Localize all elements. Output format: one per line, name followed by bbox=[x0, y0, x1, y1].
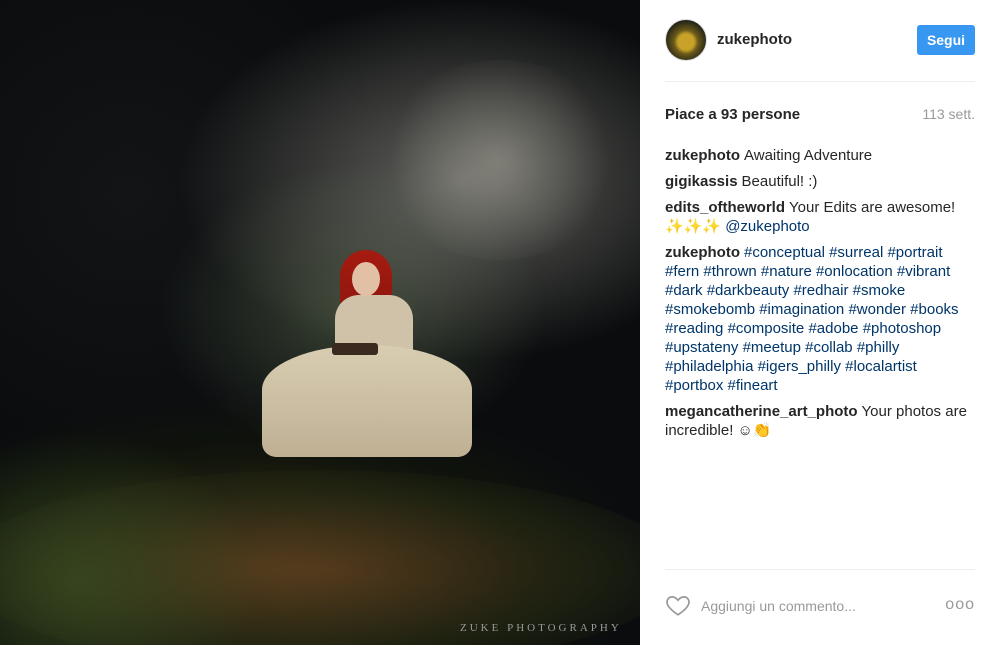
comment-username[interactable]: zukephoto bbox=[665, 147, 740, 164]
comment-input[interactable] bbox=[701, 594, 931, 618]
likes-count[interactable]: Piace a 93 persone bbox=[665, 106, 800, 123]
hashtag-link[interactable]: #philadelphia bbox=[665, 358, 753, 375]
hashtag-link[interactable]: #portrait bbox=[887, 244, 942, 261]
photo-figure-dress bbox=[262, 345, 472, 457]
hashtag-link[interactable]: #composite bbox=[728, 320, 805, 337]
comment-item: gigikassis Beautiful! :) bbox=[665, 172, 975, 191]
comment-username[interactable]: megancatherine_art_photo bbox=[665, 403, 858, 420]
hashtag-link[interactable]: #philly bbox=[857, 339, 900, 356]
hashtag-link[interactable]: #adobe bbox=[808, 320, 858, 337]
photo-figure-face bbox=[352, 262, 380, 296]
hashtag-link[interactable]: #fineart bbox=[728, 377, 778, 394]
hashtag-link[interactable]: #upstateny bbox=[665, 339, 738, 356]
post-side-panel: zukephoto Segui Piace a 93 persone 113 s… bbox=[640, 0, 1000, 645]
hashtag-link[interactable]: #imagination bbox=[759, 301, 844, 318]
hashtag-link[interactable]: #conceptual bbox=[744, 244, 825, 261]
hashtag-link[interactable]: #collab bbox=[805, 339, 853, 356]
hashtag-link[interactable]: #redhair bbox=[793, 282, 848, 299]
hashtag-link[interactable]: #portbox bbox=[665, 377, 723, 394]
post-photo[interactable]: ZUKE PHOTOGRAPHY bbox=[0, 0, 640, 645]
heart-icon[interactable] bbox=[665, 592, 691, 618]
hashtag-link[interactable]: #photoshop bbox=[863, 320, 941, 337]
hashtag-link[interactable]: #thrown bbox=[703, 263, 756, 280]
hashtag-link[interactable]: #vibrant bbox=[897, 263, 950, 280]
hashtag-link[interactable]: @zukephoto bbox=[725, 218, 809, 235]
post-footer: ooo bbox=[665, 590, 975, 626]
header-divider bbox=[665, 81, 975, 82]
hashtag-link[interactable]: #localartist bbox=[845, 358, 917, 375]
post-header: zukephoto Segui bbox=[665, 16, 975, 66]
hashtag-link[interactable]: #fern bbox=[665, 263, 699, 280]
comment-username[interactable]: gigikassis bbox=[665, 173, 738, 190]
hashtag-link[interactable]: #dark bbox=[665, 282, 703, 299]
comment-item: megancatherine_art_photo Your photos are … bbox=[665, 402, 975, 440]
photo-smoke bbox=[380, 60, 620, 260]
comment-item: zukephoto Awaiting Adventure bbox=[665, 146, 975, 165]
comments-list: zukephoto Awaiting Adventure gigikassis Bea… bbox=[665, 146, 975, 447]
hashtag-link[interactable]: #igers_philly bbox=[758, 358, 841, 375]
avatar[interactable] bbox=[665, 19, 707, 61]
hashtag-link[interactable]: #smokebomb bbox=[665, 301, 755, 318]
photo-watermark: ZUKE PHOTOGRAPHY bbox=[460, 622, 622, 634]
comment-item: zukephoto #conceptual #surreal #portrait … bbox=[665, 243, 975, 395]
hashtag-link[interactable]: #wonder bbox=[848, 301, 906, 318]
more-options-icon[interactable]: ooo bbox=[945, 596, 975, 614]
hashtag-link[interactable]: #onlocation bbox=[816, 263, 893, 280]
comment-text: Awaiting Adventure bbox=[744, 147, 873, 164]
comment-username[interactable]: edits_oftheworld bbox=[665, 199, 785, 216]
follow-button[interactable]: Segui bbox=[917, 25, 975, 55]
hashtag-link[interactable]: #surreal bbox=[829, 244, 883, 261]
post-timestamp[interactable]: 113 sett. bbox=[922, 106, 975, 122]
photo-figure-book bbox=[332, 343, 378, 355]
hashtag-link[interactable]: #nature bbox=[761, 263, 812, 280]
comment-username[interactable]: zukephoto bbox=[665, 244, 740, 261]
photo-fern bbox=[0, 430, 260, 645]
footer-divider bbox=[665, 569, 975, 570]
hashtag-link[interactable]: #smoke bbox=[853, 282, 906, 299]
comment-item: edits_oftheworld Your Edits are awesome! … bbox=[665, 198, 975, 236]
comment-text: Beautiful! :) bbox=[741, 173, 818, 190]
hashtag-link[interactable]: #books bbox=[910, 301, 958, 318]
hashtag-link[interactable]: #meetup bbox=[743, 339, 801, 356]
likes-row: Piace a 93 persone 113 sett. bbox=[665, 106, 975, 126]
hashtag-link[interactable]: #darkbeauty bbox=[707, 282, 790, 299]
post-author-username[interactable]: zukephoto bbox=[717, 31, 792, 48]
hashtag-link[interactable]: #reading bbox=[665, 320, 723, 337]
